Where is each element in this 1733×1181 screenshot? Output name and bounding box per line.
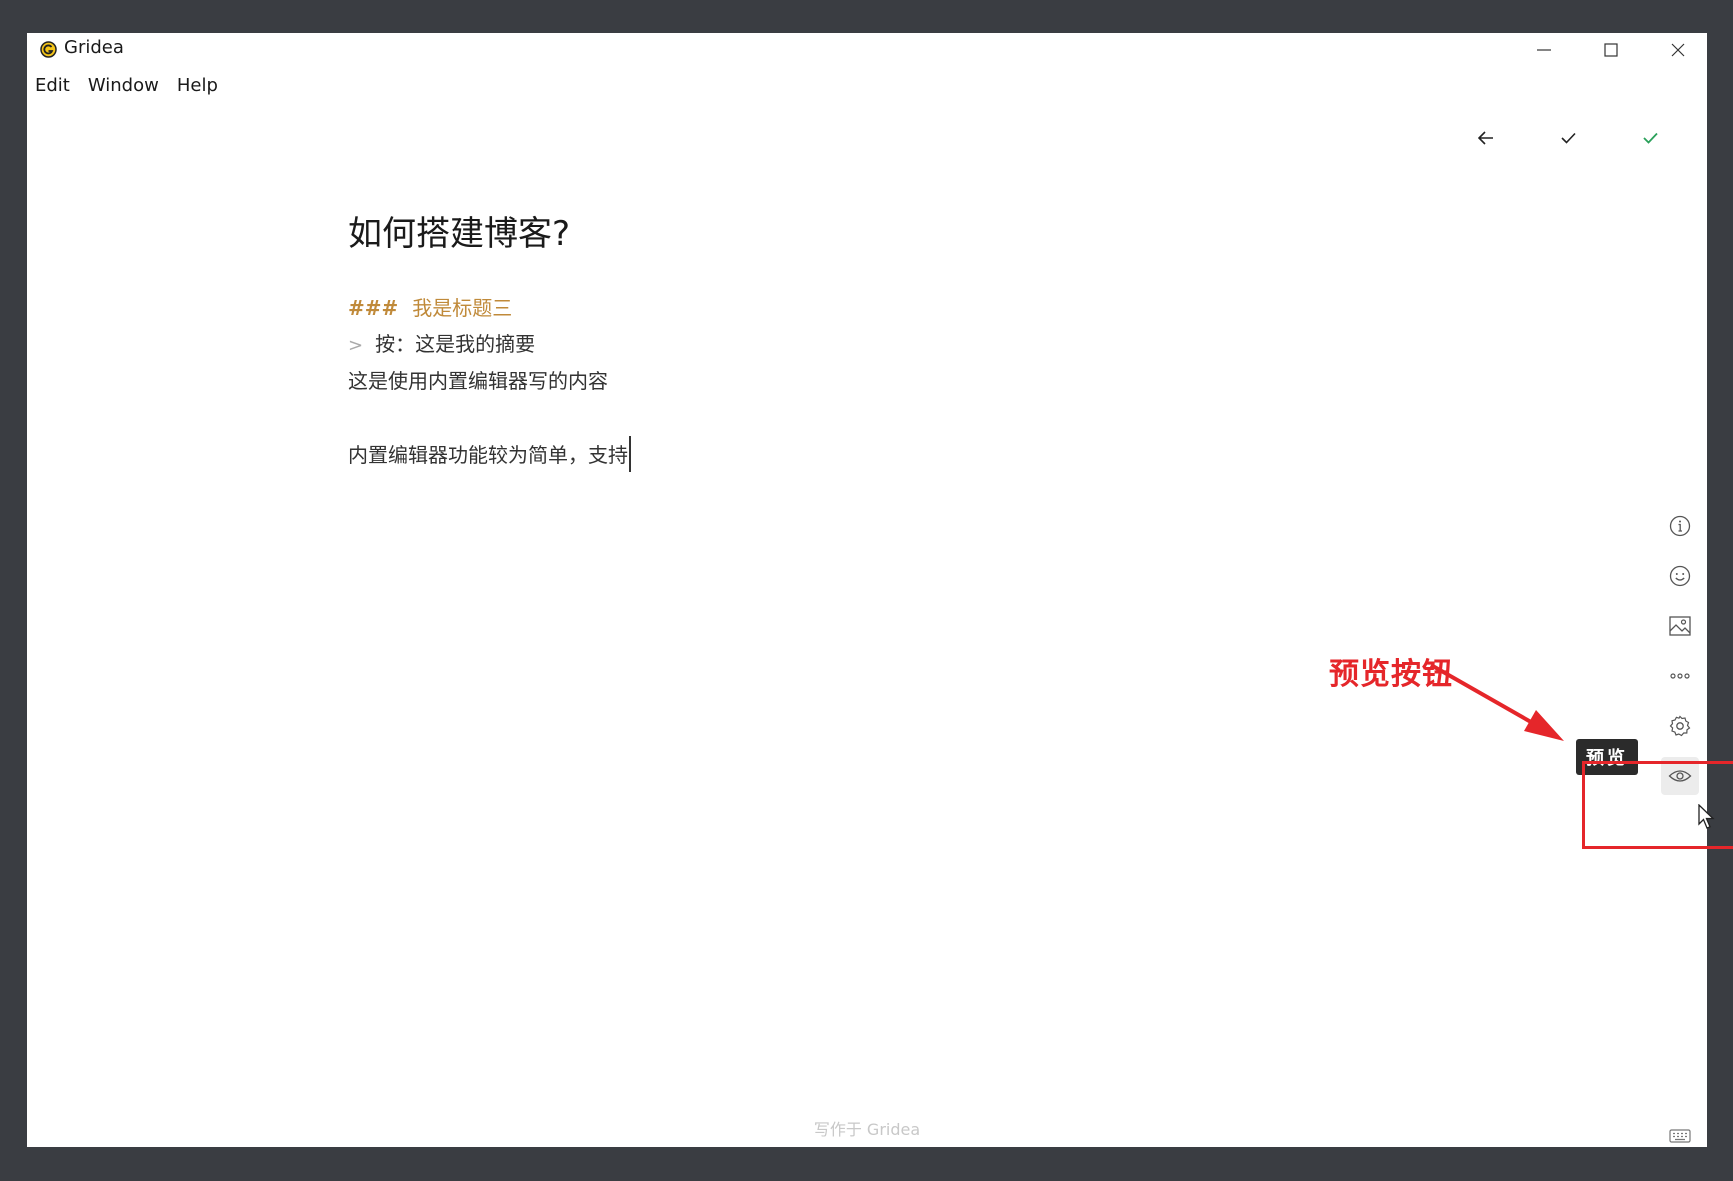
quote-text: 按：这是我的摘要: [375, 332, 536, 356]
minimize-button[interactable]: [1514, 33, 1574, 67]
insert-image-button[interactable]: [1661, 607, 1699, 645]
app-window: Gridea Edit Window Help 如何搭建博客? ### 我是标题三…: [27, 33, 1733, 1147]
post-settings-button[interactable]: [1661, 707, 1699, 745]
maximize-icon: [1604, 43, 1618, 57]
info-icon: [1669, 515, 1691, 537]
text-caret: [629, 435, 631, 472]
image-icon: [1669, 616, 1691, 636]
arrow-left-icon: [1478, 131, 1493, 145]
back-button[interactable]: [1466, 118, 1506, 158]
check-icon-green: [1642, 132, 1658, 144]
maximize-button[interactable]: [1581, 33, 1641, 67]
emoji-icon: [1669, 565, 1691, 587]
heading-marker: ###: [348, 296, 399, 320]
annotation-arrow-icon: [1430, 663, 1564, 741]
heading-text: 我是标题三: [412, 296, 513, 320]
save-draft-button[interactable]: [1548, 118, 1588, 158]
quote-marker: >: [348, 335, 364, 356]
gridea-logo-icon: [40, 41, 57, 58]
minimize-icon: [1537, 49, 1551, 51]
close-button[interactable]: [1648, 33, 1708, 67]
title-bar: Gridea: [27, 33, 1707, 67]
body-text: 内置编辑器功能较为简单，支持: [348, 443, 628, 467]
annotation-highlight-box: [1582, 761, 1733, 849]
editor-body-line[interactable]: 这是使用内置编辑器写的内容: [348, 365, 608, 394]
post-info-button[interactable]: [1661, 507, 1699, 545]
window-title: Gridea: [64, 37, 124, 58]
editor-heading-line[interactable]: ### 我是标题三: [348, 292, 512, 321]
menu-help[interactable]: Help: [168, 72, 227, 100]
annotation-label: 预览按钮: [1329, 657, 1453, 692]
more-icon: [1670, 673, 1690, 679]
check-icon: [1560, 132, 1576, 144]
menu-window[interactable]: Window: [79, 72, 168, 100]
close-icon: [1671, 43, 1685, 57]
gear-icon: [1669, 715, 1691, 737]
footer-note: 写作于 Gridea: [813, 1120, 921, 1139]
more-button[interactable]: [1661, 657, 1699, 695]
menu-edit[interactable]: Edit: [27, 72, 79, 100]
editor-quote-line[interactable]: > 按：这是我的摘要: [348, 328, 535, 357]
editor-body-line-current[interactable]: 内置编辑器功能较为简单，支持: [348, 435, 631, 472]
emoji-button[interactable]: [1661, 557, 1699, 595]
menu-bar: Edit Window Help: [27, 72, 227, 100]
publish-button[interactable]: [1630, 118, 1670, 158]
post-title-input[interactable]: 如何搭建博客?: [348, 206, 570, 255]
